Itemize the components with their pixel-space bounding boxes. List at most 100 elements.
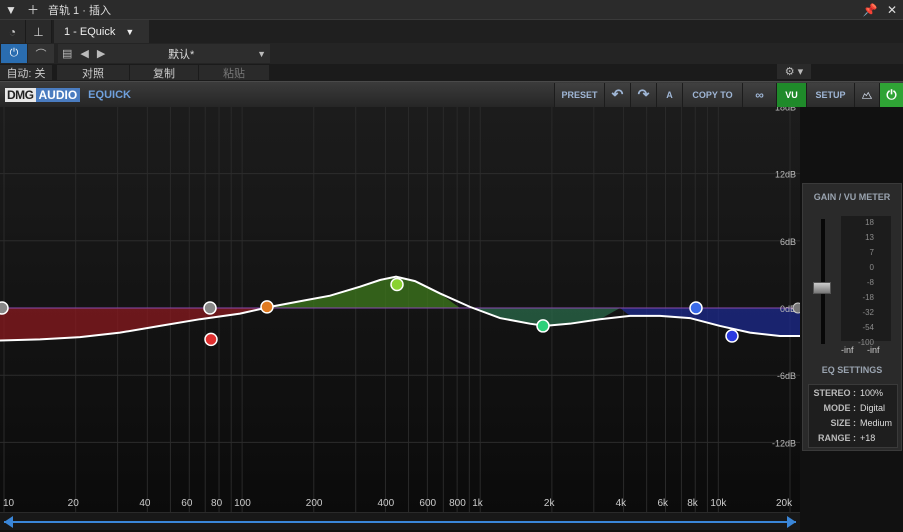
ab-button[interactable]: A: [656, 82, 682, 107]
db-label: 12dB: [775, 170, 796, 180]
gain-vu-panel: GAIN / VU METER 18 13 7 0 -8 -18 -32 -54 -100 -i…: [802, 183, 902, 451]
eq-setting-key: SIZE :: [830, 418, 856, 428]
undo-icon[interactable]: ↶: [604, 82, 630, 107]
meter-scale-value: -32: [862, 308, 874, 317]
chevron-down-icon: ▼: [125, 26, 135, 37]
freq-label: 200: [305, 498, 323, 509]
meter-scale-value: -8: [866, 278, 874, 287]
eq-settings-box[interactable]: STEREO : 100% MODE : Digital SIZE : Medium RAN…: [808, 384, 898, 448]
close-icon[interactable]: ✕: [881, 0, 903, 20]
freq-label: 8k: [687, 498, 698, 509]
link-rings-icon[interactable]: ∞: [742, 82, 776, 107]
preset-toolbar: ⏻ ⌒ ▤ ◀ ▶ 默认* ▼: [0, 43, 903, 64]
meter-scale-value: 13: [865, 233, 874, 242]
freq-label: 80: [211, 498, 223, 509]
plugin-slot-label: 1 - EQuick: [64, 25, 116, 38]
vu-button[interactable]: VU: [776, 82, 806, 107]
plugin-header: DMG AUDIO EQUICK PRESET ↶ ↷ A COPY TO ∞ …: [0, 81, 903, 107]
eq-setting-value[interactable]: 100%: [860, 388, 883, 398]
meter-scale-value: 0: [869, 263, 874, 272]
redo-icon[interactable]: ↷: [630, 82, 656, 107]
highshelf-node[interactable]: [792, 302, 804, 314]
green-node[interactable]: [536, 319, 550, 333]
freq-label: 4k: [615, 498, 627, 509]
next-preset-icon[interactable]: ▶: [93, 47, 109, 60]
link-button[interactable]: ⌒: [28, 44, 54, 63]
db-label: 18dB: [775, 107, 796, 112]
clock-icon[interactable]: ◔: [0, 20, 26, 43]
freq-label: 40: [139, 498, 151, 509]
prev-preset-icon[interactable]: ◀: [76, 47, 92, 60]
copy-to-button[interactable]: COPY TO: [682, 82, 742, 107]
setup-button[interactable]: SETUP: [806, 82, 854, 107]
freq-label: 10: [3, 498, 15, 509]
db-label: -6dB: [777, 371, 796, 381]
eq-setting-key: RANGE :: [818, 433, 856, 443]
copy-button[interactable]: 复制: [130, 65, 198, 80]
lime-node[interactable]: [390, 277, 404, 292]
freq-label: 60: [181, 498, 193, 509]
compare-button[interactable]: 对照: [57, 65, 129, 80]
red-node[interactable]: [204, 332, 218, 347]
power-button[interactable]: ⏻: [1, 44, 27, 63]
mid-band-fill: [270, 276, 460, 308]
gain-fader-handle[interactable]: [813, 282, 831, 295]
paste-button[interactable]: 粘贴: [199, 65, 269, 80]
eq-setting-row[interactable]: SIZE : Medium: [809, 416, 897, 430]
plus-icon[interactable]: ＋: [22, 0, 44, 20]
eq-setting-row[interactable]: RANGE : +18: [809, 431, 897, 445]
blue-node[interactable]: [689, 301, 703, 315]
lowcut-node[interactable]: [203, 301, 217, 315]
freq-label: 20: [67, 498, 79, 509]
eq-setting-value[interactable]: +18: [860, 433, 875, 443]
left-meter-readout: -inf: [841, 345, 854, 355]
auto-button[interactable]: 自动: 关: [0, 65, 52, 80]
insert-toolbar: ◔ ⊥ 1 - EQuick ▼: [0, 20, 903, 43]
range-right-handle[interactable]: [787, 516, 796, 528]
meter-scale-value: 18: [865, 218, 874, 227]
pin-icon[interactable]: 📌: [859, 0, 881, 20]
vu-meter-scale: 18 13 7 0 -8 -18 -32 -54 -100: [841, 216, 891, 347]
logo-dmg: DMG: [5, 87, 36, 102]
gear-icon[interactable]: ⚙ ▾: [777, 64, 811, 79]
range-bar[interactable]: [4, 521, 796, 523]
orange-node[interactable]: [260, 300, 274, 314]
eq-setting-row[interactable]: STEREO : 100%: [809, 386, 897, 400]
preset-button[interactable]: PRESET: [554, 82, 604, 107]
eq-setting-key: STEREO :: [813, 388, 856, 398]
meter-scale-value: -18: [862, 293, 874, 302]
eq-setting-row[interactable]: MODE : Digital: [809, 401, 897, 415]
db-label: -12dB: [772, 438, 796, 448]
meter-title: GAIN / VU METER: [813, 192, 891, 202]
freq-label: 600: [419, 498, 437, 509]
freq-label: 10k: [710, 498, 727, 509]
freq-label: 400: [377, 498, 395, 509]
meter-scale-value: 7: [869, 248, 874, 257]
preset-name: 默认*: [168, 48, 195, 61]
preset-selector[interactable]: ▤ ◀ ▶ 默认* ▼: [58, 44, 270, 63]
window-titlebar: ▼ ＋ 音轨 1 · 插入 📌 ✕: [0, 0, 903, 20]
routing-icon[interactable]: ⊥: [26, 20, 52, 43]
product-name: EQUICK: [88, 88, 131, 101]
chevron-down-icon[interactable]: ▼: [0, 0, 22, 20]
plugin-slot-selector[interactable]: 1 - EQuick ▼: [54, 20, 149, 43]
eq-graph[interactable]: 18dB 12dB 6dB 0dB -6dB -12dB: [0, 102, 804, 512]
freq-label: 1k: [472, 498, 483, 509]
plugin-power-button[interactable]: ⏻: [879, 82, 903, 107]
eq-settings-title: EQ SETTINGS: [821, 365, 883, 375]
eq-setting-value[interactable]: Medium: [860, 418, 892, 428]
freq-label: 100: [234, 498, 251, 509]
chevron-down-icon[interactable]: ▼: [253, 49, 270, 59]
analyzer-icon[interactable]: [854, 82, 879, 107]
eq-graph-svg[interactable]: 18dB12dB6dB0dB-6dB-12dB: [0, 102, 804, 512]
freq-label: 2k: [543, 498, 555, 509]
lowshelf-node[interactable]: [0, 301, 9, 315]
eq-setting-value[interactable]: Digital: [860, 403, 885, 413]
list-icon[interactable]: ▤: [58, 47, 76, 60]
logo-audio: AUDIO: [35, 87, 81, 102]
low-band-fill: [0, 306, 270, 341]
freq-label: 800: [449, 498, 466, 509]
blue2-node[interactable]: [725, 329, 739, 343]
right-meter-readout: -inf: [867, 345, 880, 355]
frequency-range-scrollbar[interactable]: [0, 512, 800, 530]
